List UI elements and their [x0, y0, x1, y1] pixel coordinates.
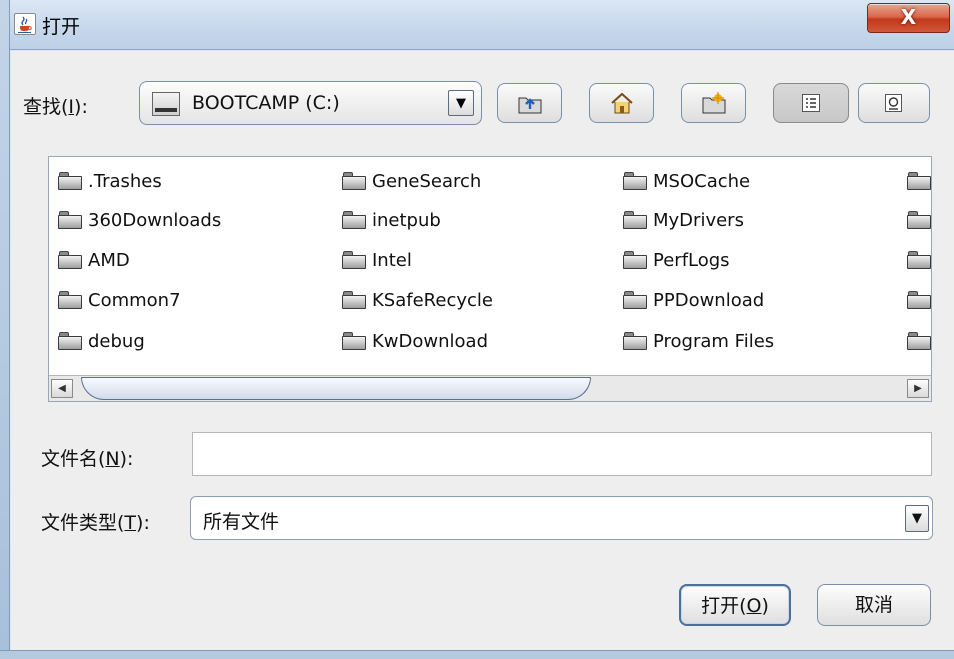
up-one-level-button[interactable] — [497, 83, 562, 123]
window-left-border — [0, 0, 10, 659]
list-item[interactable]: debug — [58, 323, 145, 359]
folder-icon — [342, 291, 366, 309]
title-bar[interactable]: 打开 X — [10, 0, 954, 50]
folder-icon — [623, 291, 647, 309]
details-view-icon — [882, 91, 906, 115]
scrollbar-thumb[interactable] — [81, 377, 591, 400]
home-button[interactable] — [589, 83, 654, 123]
list-item-partial[interactable] — [907, 323, 937, 359]
filetype-combobox[interactable]: 所有文件 ▼ — [190, 496, 933, 540]
lookin-value: BOOTCAMP (C:) — [192, 92, 340, 114]
open-file-dialog: 打开 X 查找(I): BOOTCAMP (C:) ▼ .Trashes 360… — [0, 0, 954, 659]
new-folder-icon — [702, 91, 726, 115]
window-title: 打开 — [42, 16, 81, 38]
list-item[interactable]: inetpub — [342, 202, 441, 238]
folder-icon — [907, 251, 931, 269]
home-icon — [610, 91, 634, 115]
horizontal-scrollbar[interactable]: ◀ ▶ — [49, 375, 931, 401]
list-view-button[interactable] — [773, 83, 849, 123]
folder-icon — [58, 172, 82, 190]
list-item-partial[interactable] — [907, 202, 937, 238]
list-item[interactable]: PerfLogs — [623, 242, 730, 278]
open-button[interactable]: 打开(O) — [679, 584, 791, 626]
filetype-label: 文件类型(T): — [41, 512, 150, 534]
folder-icon — [907, 291, 931, 309]
list-item[interactable]: 360Downloads — [58, 202, 221, 238]
list-item[interactable]: Intel — [342, 242, 412, 278]
folder-icon — [342, 332, 366, 350]
java-cup-icon — [14, 13, 36, 35]
folder-icon — [907, 172, 931, 190]
folder-icon — [58, 291, 82, 309]
folder-icon — [907, 332, 931, 350]
lookin-label: 查找(I): — [23, 96, 88, 118]
folder-icon — [342, 251, 366, 269]
list-item[interactable]: PPDownload — [623, 282, 764, 318]
folder-icon — [907, 211, 931, 229]
list-item-partial[interactable] — [907, 282, 937, 318]
folder-icon — [623, 172, 647, 190]
scroll-right-icon[interactable]: ▶ — [907, 379, 929, 398]
lookin-combobox[interactable]: BOOTCAMP (C:) ▼ — [139, 81, 482, 125]
folder-up-icon — [518, 91, 542, 115]
list-item[interactable]: GeneSearch — [342, 163, 481, 199]
list-item[interactable]: KSafeRecycle — [342, 282, 493, 318]
list-item[interactable]: MyDrivers — [623, 202, 744, 238]
list-item[interactable]: KwDownload — [342, 323, 488, 359]
list-item[interactable]: MSOCache — [623, 163, 750, 199]
new-folder-button[interactable] — [681, 83, 746, 123]
folder-icon — [342, 211, 366, 229]
list-item[interactable]: AMD — [58, 242, 130, 278]
folder-icon — [623, 211, 647, 229]
dialog-content: 查找(I): BOOTCAMP (C:) ▼ .Trashes 360Downl… — [11, 51, 954, 650]
close-button[interactable]: X — [867, 3, 950, 33]
hard-drive-icon — [152, 92, 180, 116]
file-list[interactable]: .Trashes 360Downloads AMD Common7 debug … — [48, 156, 932, 402]
folder-icon — [58, 211, 82, 229]
list-item[interactable]: .Trashes — [58, 163, 162, 199]
folder-icon — [58, 332, 82, 350]
list-item[interactable]: Program Files — [623, 323, 774, 359]
chevron-down-icon[interactable]: ▼ — [448, 90, 474, 116]
folder-icon — [342, 172, 366, 190]
list-item-partial[interactable] — [907, 242, 937, 278]
filetype-value: 所有文件 — [203, 511, 280, 533]
details-view-button[interactable] — [858, 83, 930, 123]
scroll-left-icon[interactable]: ◀ — [51, 379, 73, 398]
filename-field[interactable] — [192, 432, 932, 476]
list-item-partial[interactable] — [907, 163, 937, 199]
list-item[interactable]: Common7 — [58, 282, 181, 318]
filename-label: 文件名(N): — [41, 448, 134, 470]
cancel-button[interactable]: 取消 — [817, 584, 931, 626]
chevron-down-icon[interactable]: ▼ — [905, 505, 929, 532]
folder-icon — [623, 251, 647, 269]
window-bottom-border — [0, 650, 954, 659]
folder-icon — [58, 251, 82, 269]
folder-icon — [623, 332, 647, 350]
close-icon: X — [900, 5, 917, 29]
list-view-icon — [799, 91, 823, 115]
